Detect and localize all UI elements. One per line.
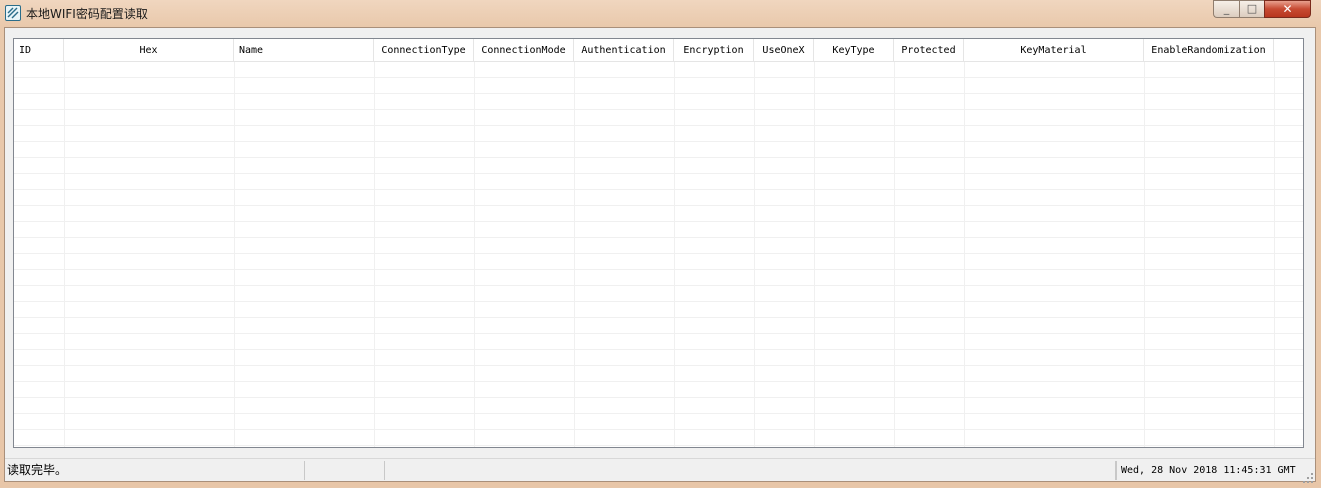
grid-column-line <box>964 62 965 447</box>
close-icon: ✕ <box>1282 2 1293 16</box>
grid-row-line <box>14 413 1303 414</box>
column-header-enable-randomization[interactable]: EnableRandomization <box>1144 39 1274 61</box>
grid-row-line <box>14 77 1303 78</box>
status-panel-2 <box>305 461 385 480</box>
grid-row-line <box>14 173 1303 174</box>
grid-row-line <box>14 237 1303 238</box>
close-button[interactable]: ✕ <box>1264 0 1311 18</box>
grid-row-line <box>14 397 1303 398</box>
app-icon[interactable] <box>5 5 21 21</box>
grid-column-line <box>894 62 895 447</box>
column-header-name[interactable]: Name <box>234 39 374 61</box>
grid-column-line <box>754 62 755 447</box>
column-header-use-one-x[interactable]: UseOneX <box>754 39 814 61</box>
grid-row-line <box>14 445 1303 446</box>
title-bar[interactable]: 本地WIFI密码配置读取 _ □ ✕ <box>0 0 1321 27</box>
status-datetime: Wed, 28 Nov 2018 11:45:31 GMT <box>1116 461 1315 480</box>
grid-row-line <box>14 93 1303 94</box>
column-header-key-material[interactable]: KeyMaterial <box>964 39 1144 61</box>
grid-column-line <box>234 62 235 447</box>
main-window: 本地WIFI密码配置读取 _ □ ✕ ID Hex Name Connectio… <box>0 0 1321 487</box>
grid-row-line <box>14 157 1303 158</box>
grid-row-line <box>14 365 1303 366</box>
grid-row-line <box>14 253 1303 254</box>
grid-row-line <box>14 125 1303 126</box>
maximize-button[interactable]: □ <box>1239 0 1264 18</box>
status-bar: 读取完毕。 Wed, 28 Nov 2018 11:45:31 GMT <box>5 458 1315 483</box>
grid-row-line <box>14 429 1303 430</box>
column-header-id[interactable]: ID <box>14 39 64 61</box>
wifi-profile-list[interactable]: ID Hex Name ConnectionType ConnectionMod… <box>13 38 1304 448</box>
size-grip-icon[interactable] <box>1303 469 1314 483</box>
grid-row-line <box>14 333 1303 334</box>
grid-row-line <box>14 221 1303 222</box>
grid-row-line <box>14 381 1303 382</box>
grid-row-line <box>14 205 1303 206</box>
grid-row-line <box>14 301 1303 302</box>
grid-column-line <box>1274 62 1275 447</box>
grid-column-line <box>674 62 675 447</box>
column-header-connection-mode[interactable]: ConnectionMode <box>474 39 574 61</box>
column-header-hex[interactable]: Hex <box>64 39 234 61</box>
grid-row-line <box>14 141 1303 142</box>
grid-row-line <box>14 109 1303 110</box>
grid-column-line <box>814 62 815 447</box>
column-header-encryption[interactable]: Encryption <box>674 39 754 61</box>
list-body[interactable] <box>14 62 1303 447</box>
grid-column-line <box>474 62 475 447</box>
grid-column-line <box>1144 62 1145 447</box>
client-area: ID Hex Name ConnectionType ConnectionMod… <box>4 27 1316 483</box>
window-title: 本地WIFI密码配置读取 <box>26 7 148 21</box>
column-header-authentication[interactable]: Authentication <box>574 39 674 61</box>
grid-row-line <box>14 269 1303 270</box>
grid-row-line <box>14 189 1303 190</box>
minimize-icon: _ <box>1223 2 1230 15</box>
column-header-key-type[interactable]: KeyType <box>814 39 894 61</box>
grid-row-line <box>14 285 1303 286</box>
window-controls: _ □ ✕ <box>1213 0 1311 18</box>
status-panel-3 <box>385 461 1116 480</box>
column-header-protected[interactable]: Protected <box>894 39 964 61</box>
column-header-connection-type[interactable]: ConnectionType <box>374 39 474 61</box>
grid-column-line <box>374 62 375 447</box>
maximize-icon: □ <box>1246 2 1258 15</box>
minimize-button[interactable]: _ <box>1213 0 1239 18</box>
status-message: 读取完毕。 <box>7 461 305 480</box>
list-header: ID Hex Name ConnectionType ConnectionMod… <box>14 39 1303 62</box>
grid-column-line <box>64 62 65 447</box>
grid-row-line <box>14 349 1303 350</box>
grid-column-line <box>574 62 575 447</box>
grid-row-line <box>14 317 1303 318</box>
